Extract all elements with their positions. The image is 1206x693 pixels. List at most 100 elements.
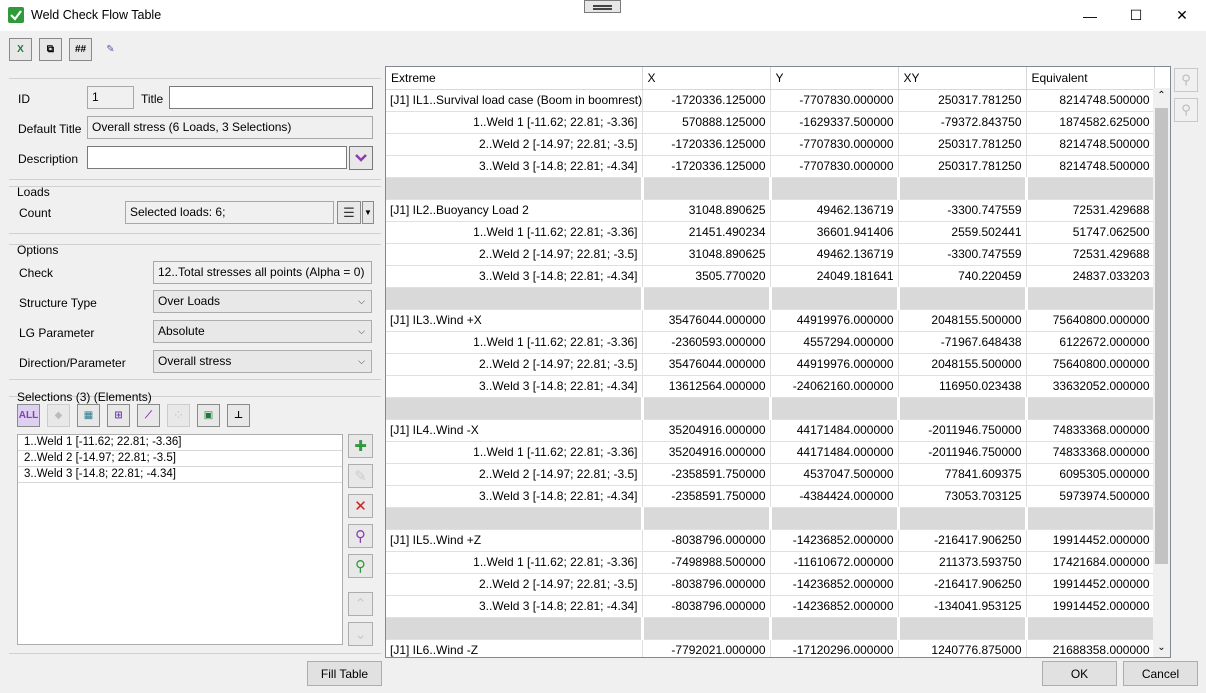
cell-eq[interactable]: 21688358.000000: [1026, 639, 1155, 657]
cell-x[interactable]: 35204916.000000: [642, 441, 771, 464]
cell-x[interactable]: 13612564.000000: [642, 375, 771, 398]
cell-xy[interactable]: -71967.648438: [898, 331, 1027, 354]
cell-x[interactable]: -8038796.000000: [642, 573, 771, 596]
cell-eq[interactable]: 19914452.000000: [1026, 529, 1155, 552]
cell-eq[interactable]: 17421684.000000: [1026, 551, 1155, 574]
cell-eq[interactable]: 6122672.000000: [1026, 331, 1155, 354]
cell-y[interactable]: 49462.136719: [770, 243, 899, 266]
description-input[interactable]: [87, 146, 347, 169]
cell-y[interactable]: -1629337.500000: [770, 111, 899, 134]
cell-eq[interactable]: 72531.429688: [1026, 199, 1155, 222]
separator-row[interactable]: [386, 617, 1156, 640]
cell-y[interactable]: 44171484.000000: [770, 419, 899, 442]
cell-xy[interactable]: 1240776.875000: [898, 639, 1027, 657]
cell-extreme[interactable]: [J1] IL5..Wind +Z: [386, 529, 643, 552]
column-header-x[interactable]: X: [642, 67, 771, 90]
column-header-y[interactable]: Y: [770, 67, 899, 90]
number-format-button[interactable]: ##: [69, 38, 92, 61]
weld-row[interactable]: 2..Weld 2 [-14.97; 22.81; -3.5] -1720336.…: [386, 133, 1155, 156]
cell-extreme[interactable]: 1..Weld 1 [-11.62; 22.81; -3.36]: [386, 221, 643, 244]
zoom-out-button[interactable]: ⚲: [1174, 98, 1198, 122]
weld-row[interactable]: 3..Weld 3 [-14.8; 22.81; -4.34] -1720336.…: [386, 155, 1155, 178]
select-disabled-button[interactable]: ⁘: [167, 404, 190, 427]
cell-extreme[interactable]: 2..Weld 2 [-14.97; 22.81; -3.5]: [386, 133, 643, 156]
move-up-button[interactable]: ⌃: [348, 592, 373, 616]
cell-extreme[interactable]: 1..Weld 1 [-11.62; 22.81; -3.36]: [386, 331, 643, 354]
select-tree-button[interactable]: ▦: [77, 404, 100, 427]
cell-xy[interactable]: 211373.593750: [898, 551, 1027, 574]
cell-eq[interactable]: 75640800.000000: [1026, 309, 1155, 332]
maximize-button[interactable]: ☐: [1113, 0, 1159, 31]
cell-y[interactable]: -7707830.000000: [770, 155, 899, 178]
cell-xy[interactable]: -134041.953125: [898, 595, 1027, 618]
cell-x[interactable]: -1720336.125000: [642, 133, 771, 156]
direction-select[interactable]: Overall stress ⌵: [153, 350, 372, 373]
load-list-dropdown-icon[interactable]: ▼: [362, 201, 374, 224]
zoom-in-button[interactable]: ⚲: [1174, 68, 1198, 92]
select-line-button[interactable]: ⟋: [137, 404, 160, 427]
cell-eq[interactable]: 8214748.500000: [1026, 89, 1155, 112]
cell-x[interactable]: 3505.770020: [642, 265, 771, 288]
column-header-extreme[interactable]: Extreme: [386, 67, 643, 90]
list-item[interactable]: 2..Weld 2 [-14.97; 22.81; -3.5]: [18, 451, 342, 467]
cell-extreme[interactable]: [J1] IL1..Survival load case (Boom in bo…: [386, 89, 643, 112]
weld-row[interactable]: 1..Weld 1 [-11.62; 22.81; -3.36] 21451.49…: [386, 221, 1155, 244]
description-expand-button[interactable]: [349, 146, 373, 170]
column-header-equivalent[interactable]: Equivalent: [1026, 67, 1155, 90]
weld-row[interactable]: 2..Weld 2 [-14.97; 22.81; -3.5] 35476044.…: [386, 353, 1155, 376]
cell-y[interactable]: -14236852.000000: [770, 595, 899, 618]
cell-xy[interactable]: -216417.906250: [898, 529, 1027, 552]
cell-x[interactable]: 35204916.000000: [642, 419, 771, 442]
move-down-button[interactable]: ⌄: [348, 622, 373, 646]
cell-extreme[interactable]: 1..Weld 1 [-11.62; 22.81; -3.36]: [386, 551, 643, 574]
cell-x[interactable]: -1720336.125000: [642, 155, 771, 178]
separator-row[interactable]: [386, 507, 1156, 530]
clear-button[interactable]: ✎: [99, 38, 122, 61]
cell-y[interactable]: -14236852.000000: [770, 573, 899, 596]
cell-eq[interactable]: 51747.062500: [1026, 221, 1155, 244]
cell-extreme[interactable]: 3..Weld 3 [-14.8; 22.81; -4.34]: [386, 155, 643, 178]
cell-xy[interactable]: -3300.747559: [898, 199, 1027, 222]
cell-eq[interactable]: 74833368.000000: [1026, 441, 1155, 464]
drag-handle-icon[interactable]: [584, 0, 621, 13]
export-excel-button[interactable]: X: [9, 38, 32, 61]
cell-y[interactable]: -7707830.000000: [770, 133, 899, 156]
results-table[interactable]: Extreme X Y XY Equivalent [J1] IL1..Surv…: [385, 66, 1171, 658]
cell-extreme[interactable]: 2..Weld 2 [-14.97; 22.81; -3.5]: [386, 573, 643, 596]
select-all-button[interactable]: ALL: [17, 404, 40, 427]
cell-y[interactable]: 44919976.000000: [770, 353, 899, 376]
load-row[interactable]: [J1] IL2..Buoyancy Load 2 31048.890625 494…: [386, 199, 1155, 222]
cell-x[interactable]: -7498988.500000: [642, 551, 771, 574]
cell-x[interactable]: 31048.890625: [642, 243, 771, 266]
cell-xy[interactable]: -2011946.750000: [898, 441, 1027, 464]
cancel-button[interactable]: Cancel: [1123, 661, 1198, 686]
zoom-selection-button[interactable]: ⚲: [348, 524, 373, 548]
cell-xy[interactable]: -3300.747559: [898, 243, 1027, 266]
cell-xy[interactable]: -79372.843750: [898, 111, 1027, 134]
cell-y[interactable]: -11610672.000000: [770, 551, 899, 574]
select-weld-button[interactable]: ⊥: [227, 404, 250, 427]
cell-x[interactable]: 31048.890625: [642, 199, 771, 222]
separator-row[interactable]: [386, 397, 1156, 420]
cell-extreme[interactable]: [J1] IL4..Wind -X: [386, 419, 643, 442]
selections-list[interactable]: 1..Weld 1 [-11.62; 22.81; -3.36] 2..Weld…: [17, 434, 343, 645]
cell-y[interactable]: 36601.941406: [770, 221, 899, 244]
cell-xy[interactable]: 116950.023438: [898, 375, 1027, 398]
cell-y[interactable]: -14236852.000000: [770, 529, 899, 552]
cell-xy[interactable]: 740.220459: [898, 265, 1027, 288]
cell-extreme[interactable]: [J1] IL6..Wind -Z: [386, 639, 643, 657]
cell-xy[interactable]: 77841.609375: [898, 463, 1027, 486]
cell-extreme[interactable]: 3..Weld 3 [-14.8; 22.81; -4.34]: [386, 265, 643, 288]
cell-extreme[interactable]: 3..Weld 3 [-14.8; 22.81; -4.34]: [386, 595, 643, 618]
cell-y[interactable]: 4557294.000000: [770, 331, 899, 354]
cell-eq[interactable]: 74833368.000000: [1026, 419, 1155, 442]
cell-xy[interactable]: 2048155.500000: [898, 353, 1027, 376]
cell-x[interactable]: -7792021.000000: [642, 639, 771, 657]
weld-row[interactable]: 2..Weld 2 [-14.97; 22.81; -3.5] -8038796.…: [386, 573, 1155, 596]
cell-x[interactable]: -2358591.750000: [642, 463, 771, 486]
weld-row[interactable]: 3..Weld 3 [-14.8; 22.81; -4.34] 13612564.…: [386, 375, 1155, 398]
cell-xy[interactable]: -2011946.750000: [898, 419, 1027, 442]
cell-eq[interactable]: 33632052.000000: [1026, 375, 1155, 398]
cell-extreme[interactable]: 1..Weld 1 [-11.62; 22.81; -3.36]: [386, 441, 643, 464]
scroll-thumb[interactable]: [1155, 108, 1168, 564]
